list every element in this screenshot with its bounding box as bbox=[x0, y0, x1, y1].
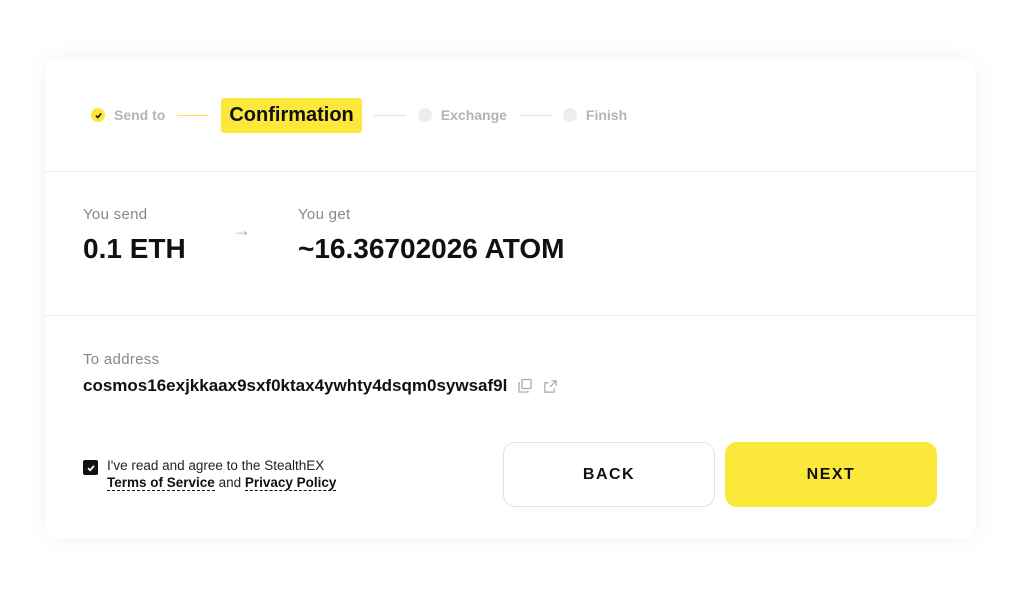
step-connector bbox=[518, 114, 551, 116]
you-send: You send 0.1 ETH bbox=[83, 206, 186, 265]
stepper: Send to Confirmation Exchange Finish bbox=[45, 59, 976, 172]
step-connector bbox=[177, 114, 210, 116]
confirmation-card: Send to Confirmation Exchange Finish You… bbox=[45, 59, 976, 539]
send-label: You send bbox=[83, 206, 148, 223]
step-label: Send to bbox=[114, 107, 166, 123]
check-icon bbox=[91, 108, 105, 122]
copy-icon[interactable] bbox=[517, 378, 533, 394]
step-finish: Finish bbox=[562, 107, 628, 123]
get-label: You get bbox=[298, 206, 351, 223]
you-get: You get ~16.36702026 ATOM bbox=[298, 206, 564, 265]
address-label: To address bbox=[83, 351, 160, 368]
agreement-intro: I've read and agree to the StealthEX bbox=[107, 458, 325, 473]
privacy-link[interactable]: Privacy Policy bbox=[244, 475, 337, 491]
address-section: To address cosmos16exjkkaax9sxf0ktax4ywh… bbox=[83, 351, 558, 396]
terms-link[interactable]: Terms of Service bbox=[107, 475, 215, 491]
step-confirmation: Confirmation bbox=[221, 97, 362, 133]
agreement-text: I've read and agree to the StealthEX Ter… bbox=[107, 457, 337, 491]
step-exchange: Exchange bbox=[417, 107, 507, 123]
step-send-to: Send to bbox=[91, 107, 165, 123]
address-value: cosmos16exjkkaax9sxf0ktax4ywhty4dsqm0syw… bbox=[83, 376, 508, 395]
arrow-right-icon: → bbox=[233, 220, 251, 240]
and-text: and bbox=[218, 475, 242, 490]
step-label: Exchange bbox=[440, 107, 507, 123]
agree-checkbox[interactable] bbox=[83, 460, 98, 475]
get-amount: ~16.36702026 ATOM bbox=[298, 233, 565, 264]
pending-dot-icon bbox=[417, 108, 432, 122]
external-link-icon[interactable] bbox=[543, 379, 558, 394]
send-amount: 0.1 ETH bbox=[83, 233, 186, 264]
amounts-section: You send 0.1 ETH → You get ~16.36702026 … bbox=[45, 172, 976, 316]
back-button[interactable]: BACK bbox=[503, 442, 715, 507]
step-label: Finish bbox=[585, 107, 628, 123]
agreement: I've read and agree to the StealthEX Ter… bbox=[83, 457, 337, 491]
address-row: cosmos16exjkkaax9sxf0ktax4ywhty4dsqm0syw… bbox=[83, 376, 558, 396]
step-connector bbox=[373, 114, 406, 116]
next-button[interactable]: NEXT bbox=[725, 442, 937, 507]
pending-dot-icon bbox=[562, 108, 577, 122]
